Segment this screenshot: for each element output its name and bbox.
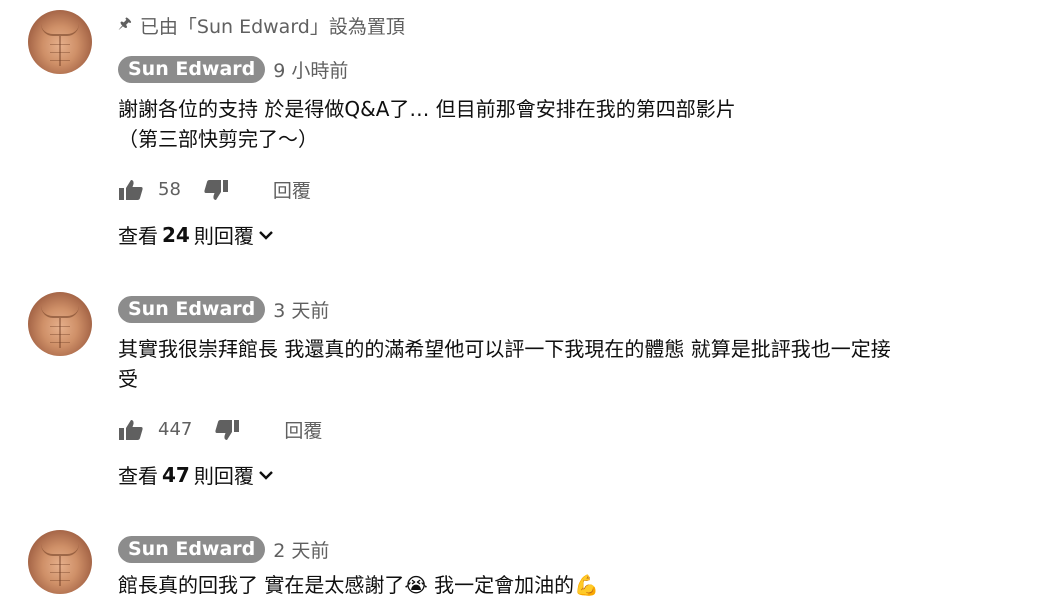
avatar[interactable] [28,10,92,74]
thumbs-down-icon[interactable] [203,179,229,201]
reply-count: 24 [162,222,190,247]
chevron-down-icon [258,230,273,240]
thumbs-down-icon[interactable] [214,419,240,441]
comment-actions: 447 回覆 [118,416,322,443]
avatar[interactable] [28,530,92,594]
comment-time[interactable]: 2 天前 [273,536,329,563]
comment-text: 館長真的回我了 實在是太感謝了😭 我一定會加油的💪 [118,570,1018,596]
comment-time[interactable]: 9 小時前 [273,56,348,83]
comment-text: 謝謝各位的支持 於是得做Q&A了… 但目前那會安排在我的第四部影片 （第三部快剪… [118,94,1018,154]
chevron-down-icon [258,470,273,480]
comment-header: Sun Edward 3 天前 [118,296,329,323]
comment-line: 謝謝各位的支持 於是得做Q&A了… 但目前那會安排在我的第四部影片 [118,97,736,121]
view-replies-button[interactable]: 查看 47 則回覆 [118,460,274,489]
pin-icon: 🖈 [118,14,132,32]
comment-time[interactable]: 3 天前 [273,296,329,323]
reply-button[interactable]: 回覆 [284,416,322,443]
like-count: 58 [158,179,181,200]
reply-button[interactable]: 回覆 [273,176,311,203]
comment-line: 其實我很崇拜館長 我還真的的滿希望他可以評一下我現在的體態 就算是批評我也一定接 [118,337,891,361]
comment-line: （第三部快剪完了～） [118,127,318,151]
pinned-text: 已由「Sun Edward」設為置頂 [139,16,405,38]
like-count: 447 [158,419,193,440]
comment-line: 館長真的回我了 實在是太感謝了😭 我一定會加油的💪 [118,573,599,596]
avatar[interactable] [28,292,92,356]
comment-header: Sun Edward 9 小時前 [118,56,348,83]
view-replies-button[interactable]: 查看 24 則回覆 [118,220,274,249]
comment-header: Sun Edward 2 天前 [118,536,329,563]
view-replies-suffix: 則回覆 [193,464,254,488]
comment-text: 其實我很崇拜館長 我還真的的滿希望他可以評一下我現在的體態 就算是批評我也一定接… [118,334,1018,394]
comment-actions: 58 回覆 [118,176,311,203]
thumbs-up-icon[interactable] [118,179,144,201]
reply-count: 47 [162,462,190,487]
pinned-label: 🖈 已由「Sun Edward」設為置頂 [118,12,405,39]
comment-line: 受 [118,367,138,391]
view-replies-prefix: 查看 [118,464,158,488]
thumbs-up-icon[interactable] [118,419,144,441]
author-name[interactable]: Sun Edward [118,296,266,323]
author-name[interactable]: Sun Edward [118,536,266,563]
author-name[interactable]: Sun Edward [118,56,266,83]
view-replies-suffix: 則回覆 [193,224,254,248]
view-replies-prefix: 查看 [118,224,158,248]
